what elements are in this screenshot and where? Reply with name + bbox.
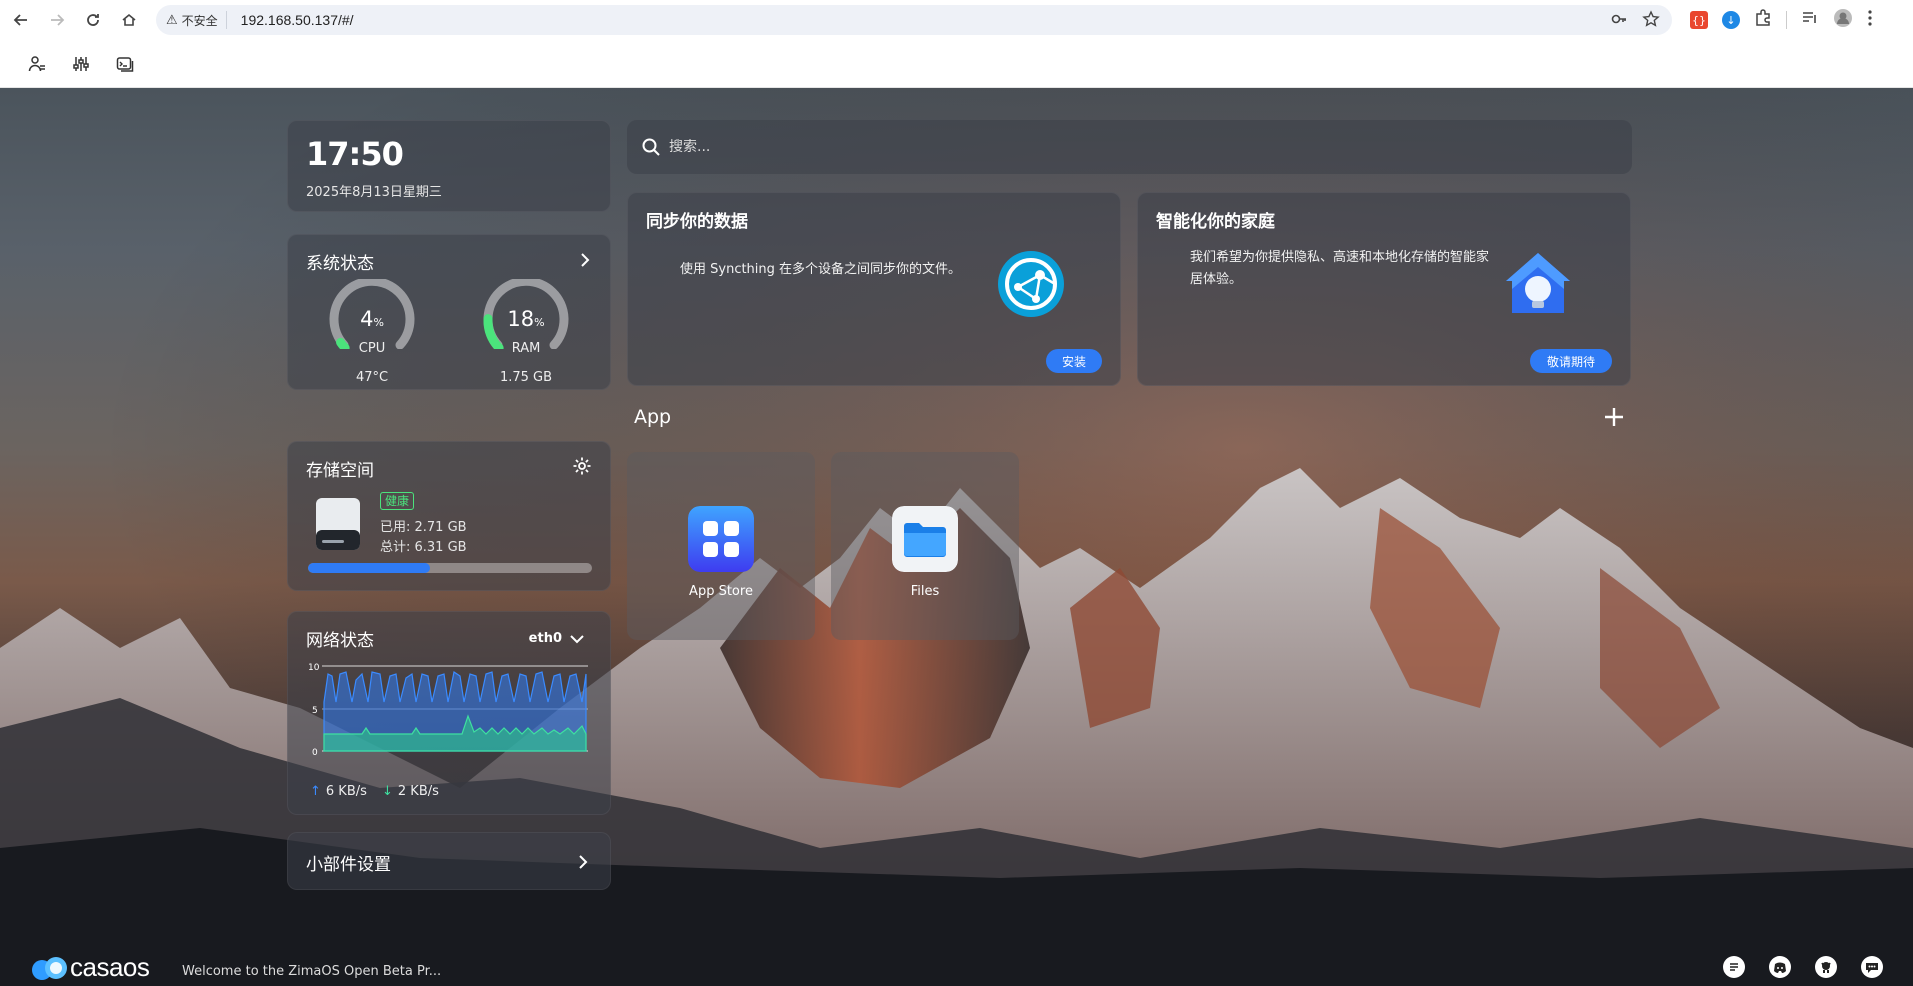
storage-title: 存储空间 [306, 461, 374, 481]
network-interface-select[interactable]: eth0 [529, 631, 562, 646]
footer: casaos Welcome to the ZimaOS Open Beta P… [0, 946, 1913, 986]
storage-widget: 存储空间 健康 已用: 2.71 GB 总计: 6.31 GB [287, 441, 611, 591]
ram-unit: % [534, 316, 545, 329]
storage-usage-fill [308, 563, 431, 573]
browser-toolbar: ⚠ 不安全 192.168.50.137/#/ {} ↓ [0, 0, 1913, 40]
smart-home-card-description: 我们希望为你提供隐私、高速和本地化存储的智能家居体验。 [1190, 250, 1490, 287]
app-name-app-store: App Store [689, 584, 753, 599]
cpu-number: 4 [360, 307, 374, 331]
forward-icon[interactable] [42, 5, 72, 35]
reading-list-icon[interactable] [1801, 9, 1819, 31]
download-speed-value: 2 KB/s [397, 784, 439, 799]
discord-icon[interactable] [1769, 956, 1791, 978]
system-status-widget: 系统状态 4% CPU 47°C 18% RAM 1.75 GB [287, 234, 611, 390]
casaos-top-toolbar [0, 40, 1913, 88]
key-icon[interactable] [1610, 10, 1628, 32]
clock-widget: 17:50 2025年8月13日星期三 [287, 120, 611, 212]
ram-label: RAM [511, 341, 541, 356]
app-tile-files[interactable]: Files [831, 452, 1019, 640]
cpu-gauge: 4% CPU 47°C [324, 276, 420, 385]
clock-date: 2025年8月13日星期三 [306, 185, 442, 200]
upload-arrow-icon: ↑ [310, 784, 321, 799]
storage-settings-gear-icon[interactable] [572, 456, 592, 476]
browser-menu-icon[interactable] [1867, 9, 1873, 31]
smart-home-card-title: 智能化你的家庭 [1156, 212, 1275, 232]
storage-health-badge: 健康 [380, 492, 415, 510]
feedback-chat-icon[interactable] [1723, 956, 1745, 978]
smart-home-bulb-icon [1506, 253, 1570, 313]
warning-icon: ⚠ [166, 12, 178, 28]
disk-drive-icon [316, 498, 360, 550]
profile-avatar-icon[interactable] [1833, 8, 1853, 32]
casaos-logo-text: casaos [70, 952, 150, 982]
ram-gauge: 18% RAM 1.75 GB [478, 276, 574, 385]
network-title: 网络状态 [306, 631, 374, 651]
cpu-label: CPU [358, 341, 386, 356]
storage-usage-bar [308, 563, 592, 573]
chevron-down-icon[interactable] [568, 630, 586, 648]
files-folder-icon [892, 506, 958, 572]
reload-icon[interactable] [78, 5, 108, 35]
address-bar[interactable]: ⚠ 不安全 192.168.50.137/#/ [156, 5, 1672, 35]
desktop-background: 17:50 2025年8月13日星期三 系统状态 4% CPU 47°C 18%… [0, 88, 1913, 986]
sync-card-description: 使用 Syncthing 在多个设备之间同步你的文件。 [680, 262, 962, 277]
clock-time: 17:50 [306, 135, 404, 173]
app-name-files: Files [910, 584, 940, 599]
smart-home-feature-card: 智能化你的家庭 我们希望为你提供隐私、高速和本地化存储的智能家居体验。 敬请期待 [1137, 192, 1631, 386]
download-extension-icon[interactable]: ↓ [1722, 11, 1740, 29]
download-speed: ↓ 2 KB/s [382, 784, 439, 799]
app-section-title: App [634, 406, 672, 428]
bookmark-star-icon[interactable] [1642, 10, 1660, 32]
add-app-plus-icon[interactable] [1603, 406, 1625, 428]
chevron-right-icon[interactable] [574, 853, 592, 871]
ram-used: 1.75 GB [499, 370, 553, 385]
download-arrow-icon: ↓ [382, 784, 393, 799]
network-widget: 网络状态 eth0 10 5 0 ↑ 6 KB/s ↓ 2 KB/s [287, 611, 611, 815]
widget-settings-title: 小部件设置 [306, 855, 391, 875]
syncthing-feature-card: 同步你的数据 使用 Syncthing 在多个设备之间同步你的文件。 安装 [627, 192, 1121, 386]
cpu-temperature: 47°C [355, 370, 389, 385]
storage-total: 总计: 6.31 GB [380, 540, 467, 555]
community-message-icon[interactable] [1861, 956, 1883, 978]
ram-value: 18% [478, 307, 574, 331]
url-text[interactable]: 192.168.50.137/#/ [241, 12, 354, 28]
app-store-grid-icon [688, 506, 754, 572]
widget-settings-card[interactable]: 小部件设置 [287, 832, 611, 890]
security-chip[interactable]: ⚠ 不安全 [166, 11, 227, 29]
search-bar[interactable] [627, 120, 1632, 174]
search-icon [642, 138, 660, 156]
toolbar-divider [1786, 11, 1787, 29]
sync-card-title: 同步你的数据 [646, 212, 748, 232]
home-icon[interactable] [114, 5, 144, 35]
storage-used: 已用: 2.71 GB [380, 520, 467, 535]
upload-speed: ↑ 6 KB/s [310, 784, 367, 799]
app-tile-app-store[interactable]: App Store [627, 452, 815, 640]
system-status-title: 系统状态 [306, 254, 374, 274]
install-button[interactable]: 安装 [1046, 349, 1102, 373]
syncthing-logo-icon [998, 251, 1064, 317]
network-tick-0: 0 [312, 748, 318, 758]
extension-red-icon[interactable]: {} [1690, 11, 1708, 29]
terminal-icon[interactable] [112, 51, 138, 77]
network-chart: 10 5 0 [308, 663, 588, 758]
chevron-right-icon[interactable] [576, 251, 594, 269]
coming-soon-button[interactable]: 敬请期待 [1530, 349, 1612, 373]
cpu-value: 4% [324, 307, 420, 331]
ram-number: 18 [507, 307, 535, 331]
upload-speed-value: 6 KB/s [325, 784, 367, 799]
casaos-cloud-logo-icon [32, 957, 67, 980]
search-input[interactable] [669, 139, 1569, 155]
github-icon[interactable] [1815, 956, 1837, 978]
network-tick-10: 10 [308, 663, 320, 673]
network-tick-5: 5 [312, 706, 318, 716]
account-icon[interactable] [24, 51, 50, 77]
cpu-unit: % [373, 316, 384, 329]
security-label: 不安全 [181, 13, 218, 28]
settings-sliders-icon[interactable] [68, 51, 94, 77]
back-icon[interactable] [6, 5, 36, 35]
welcome-message[interactable]: Welcome to the ZimaOS Open Beta Pr... [182, 964, 441, 979]
extensions-puzzle-icon[interactable] [1754, 9, 1772, 31]
